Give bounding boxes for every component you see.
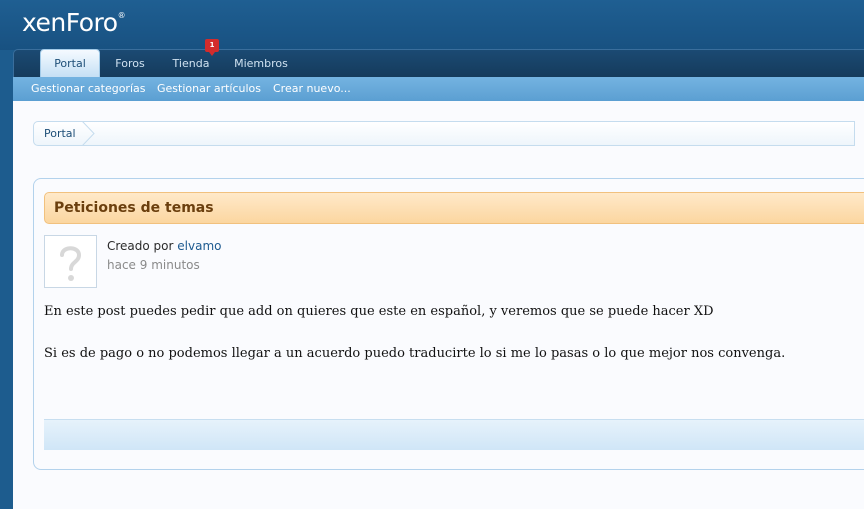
tab-label: Tienda xyxy=(172,57,210,70)
tab-label: Miembros xyxy=(234,57,288,70)
post-time[interactable]: hace 9 minutos xyxy=(107,258,221,272)
notification-badge: 1 xyxy=(205,39,219,56)
breadcrumb: Portal xyxy=(33,121,855,146)
article-paragraph: En este post puedes pedir que add on qui… xyxy=(44,304,714,319)
tab-portal[interactable]: Portal xyxy=(40,49,100,78)
subnav-manage-articles[interactable]: Gestionar artículos xyxy=(157,77,261,101)
logo-mark: ® xyxy=(117,11,126,20)
article-footer-bar xyxy=(44,419,864,450)
tab-label: Foros xyxy=(115,57,145,70)
article-meta: Creado por elvamo hace 9 minutos xyxy=(107,239,221,272)
page-content: Portal Peticiones de temas Creado por el… xyxy=(13,101,864,509)
article-body: En este post puedes pedir que add on qui… xyxy=(44,302,864,386)
article-title-bar: Peticiones de temas xyxy=(44,192,864,224)
subnav-manage-categories[interactable]: Gestionar categorías xyxy=(31,77,146,101)
default-avatar-icon xyxy=(45,236,96,287)
sub-nav: Gestionar categorías Gestionar artículos… xyxy=(13,77,864,101)
avatar[interactable] xyxy=(44,235,97,288)
breadcrumb-arrow-icon xyxy=(82,121,95,146)
main-nav: Portal Foros Tienda 1 Miembros xyxy=(13,39,864,78)
site-logo[interactable]: xenForo® xyxy=(22,8,126,37)
author-link[interactable]: elvamo xyxy=(177,239,221,253)
article-title: Peticiones de temas xyxy=(54,200,214,216)
tab-label: Portal xyxy=(54,57,86,70)
article-container: Peticiones de temas Creado por elvamo ha… xyxy=(33,178,864,470)
site-header: xenForo® xyxy=(0,0,864,50)
created-by-label: Creado por xyxy=(107,239,174,253)
tab-miembros[interactable]: Miembros xyxy=(228,50,294,77)
subnav-create-new[interactable]: Crear nuevo... xyxy=(273,77,351,101)
logo-text: xenForo xyxy=(22,8,118,37)
article-paragraph: Si es de pago o no podemos llegar a un a… xyxy=(44,346,786,361)
tab-foros[interactable]: Foros xyxy=(104,50,156,77)
